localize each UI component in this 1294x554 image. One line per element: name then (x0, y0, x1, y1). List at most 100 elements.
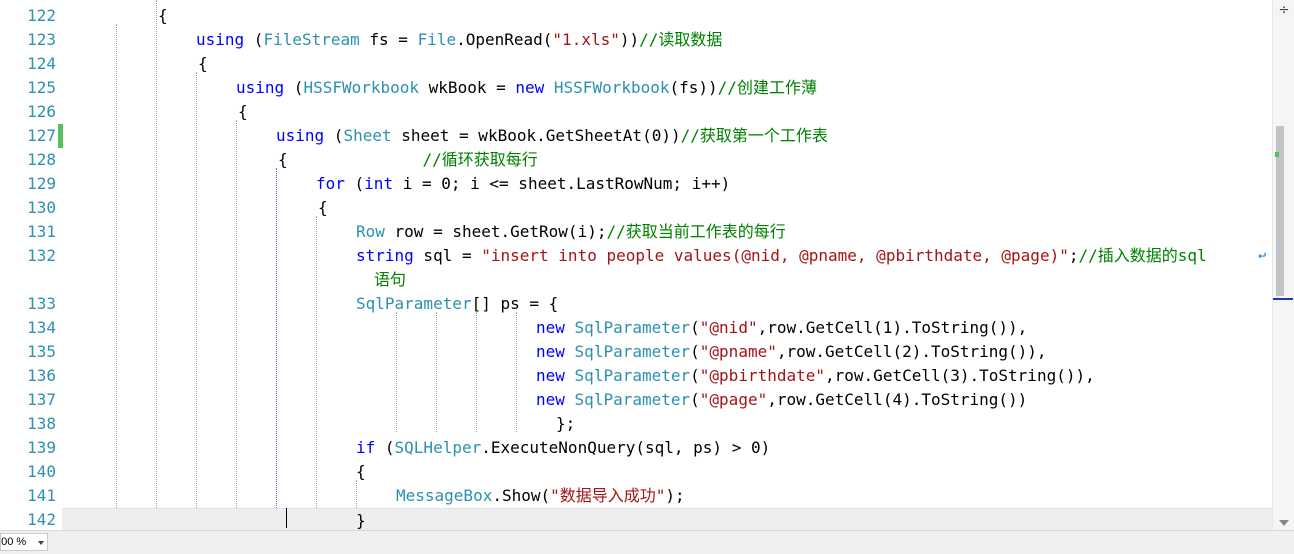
line-number: 129 (27, 174, 56, 193)
code-token-str: "@pname" (699, 342, 777, 361)
code-token-plain: { (238, 102, 248, 121)
code-token-plain: fs = (359, 30, 418, 49)
scroll-down-arrow-icon[interactable] (1279, 520, 1289, 526)
code-line-content: using (FileStream fs = File.OpenRead("1.… (196, 28, 722, 52)
code-token-plain: { (318, 198, 328, 217)
code-token-type: SqlParameter (574, 318, 691, 337)
code-editor[interactable]: 122 123 124 125 126 127 128 129 130 131 132 133 134 1… (0, 0, 1294, 554)
code-token-plain: ( (690, 318, 700, 337)
code-token-type: HSSFWorkbook (303, 78, 420, 97)
line-number: 137 (27, 390, 56, 409)
line-number: 130 (27, 198, 56, 217)
code-token-plain: ( (690, 342, 700, 361)
code-token-type: Sheet (343, 126, 392, 145)
code-token-cmt: //插入数据的sql (1078, 246, 1207, 265)
line-number: 122 (27, 6, 56, 25)
code-token-cmt: //循环获取每行 (422, 150, 538, 169)
line-number: 127 (27, 126, 56, 145)
code-token-type: SQLHelper (394, 438, 482, 457)
code-line-content: new SqlParameter("@pbirthdate",row.GetCe… (536, 364, 1095, 388)
code-token-plain: ,row.GetCell(4).ToString()) (767, 390, 1028, 409)
code-token-plain: .OpenRead( (456, 30, 553, 49)
code-line[interactable]: MessageBox.Show("数据导入成功"); (62, 484, 1272, 508)
line-number: 134 (27, 318, 56, 337)
code-token-kw: new (536, 318, 565, 337)
code-line[interactable]: new SqlParameter("@pname",row.GetCell(2)… (62, 340, 1272, 364)
code-area[interactable]: {using (FileStream fs = File.OpenRead("1… (62, 0, 1272, 530)
code-token-type: FileStream (263, 30, 360, 49)
code-line[interactable]: new SqlParameter("@nid",row.GetCell(1).T… (62, 316, 1272, 340)
code-line[interactable]: using (Sheet sheet = wkBook.GetSheetAt(0… (62, 124, 1272, 148)
code-line[interactable]: } (62, 508, 1272, 530)
code-token-str: "数据导入成功" (550, 486, 666, 505)
line-number: 140 (27, 462, 56, 481)
code-token-plain: [] ps = { (471, 294, 559, 313)
vertical-scrollbar[interactable]: ÷ (1272, 0, 1294, 530)
code-token-plain: ( (344, 174, 365, 193)
code-token-plain: ,row.GetCell(3).ToString()), (825, 366, 1095, 385)
editor-statusbar: 100 % (0, 530, 1294, 554)
zoom-level-dropdown[interactable]: 100 % (0, 533, 48, 551)
code-line[interactable]: using (HSSFWorkbook wkBook = new HSSFWor… (62, 76, 1272, 100)
code-token-plain: ,row.GetCell(2).ToString()), (776, 342, 1047, 361)
code-line-content: { (238, 100, 248, 124)
code-token-str: "@pbirthdate" (699, 366, 826, 385)
line-number: 133 (27, 294, 56, 313)
code-line-content: if (SQLHelper.ExecuteNonQuery(sql, ps) >… (356, 436, 770, 460)
line-number: 138 (27, 414, 56, 433)
code-token-plain: { (198, 54, 208, 73)
code-line[interactable]: Row row = sheet.GetRow(i);//获取当前工作表的每行 (62, 220, 1272, 244)
line-number: 132 (27, 246, 56, 265)
code-token-type: Row (356, 222, 385, 241)
code-line[interactable]: { (62, 100, 1272, 124)
code-line[interactable]: { //循环获取每行 (62, 148, 1272, 172)
code-token-plain: sheet = wkBook.GetSheetAt(0)) (391, 126, 681, 145)
code-token-type: File (417, 30, 457, 49)
code-line-content: { //循环获取每行 (278, 148, 538, 172)
line-number: 136 (27, 366, 56, 385)
code-token-kw: using (236, 78, 285, 97)
code-line[interactable]: if (SQLHelper.ExecuteNonQuery(sql, ps) >… (62, 436, 1272, 460)
code-token-plain: } (356, 511, 366, 530)
code-line[interactable]: { (62, 460, 1272, 484)
code-line[interactable]: { (62, 52, 1272, 76)
code-token-kw: string (356, 246, 414, 265)
code-line-content: Row row = sheet.GetRow(i);//获取当前工作表的每行 (356, 220, 786, 244)
code-token-plain: ( (244, 30, 264, 49)
code-token-plain: sql = (413, 246, 482, 265)
code-token-plain: row = sheet.GetRow(i); (384, 222, 607, 241)
code-line[interactable]: { (62, 196, 1272, 220)
code-token-plain: .Show( (492, 486, 551, 505)
code-token-plain: i = 0; i <= sheet.LastRowNum; i++) (393, 174, 731, 193)
code-line[interactable]: new SqlParameter("@pbirthdate",row.GetCe… (62, 364, 1272, 388)
code-line-content: { (198, 52, 208, 76)
code-line[interactable]: { (62, 4, 1272, 28)
code-token-plain: ); (665, 486, 685, 505)
line-number: 124 (27, 54, 56, 73)
code-line[interactable]: string sql = "insert into people values(… (62, 244, 1272, 268)
line-number: 123 (27, 30, 56, 49)
code-token-kw: if (356, 438, 376, 457)
code-line[interactable]: 语句 (62, 268, 1272, 292)
code-line[interactable]: }; (62, 412, 1272, 436)
code-line[interactable]: using (FileStream fs = File.OpenRead("1.… (62, 28, 1272, 52)
zoom-level-text: 100 % (1, 536, 27, 548)
code-token-plain: ,row.GetCell(1).ToString()), (757, 318, 1028, 337)
code-line[interactable]: new SqlParameter("@page",row.GetCell(4).… (62, 388, 1272, 412)
code-token-type: SqlParameter (574, 366, 691, 385)
code-token-plain: ( (375, 438, 395, 457)
code-token-kw: using (276, 126, 325, 145)
change-overview-marker (1275, 152, 1279, 157)
code-line-content: string sql = "insert into people values(… (356, 244, 1207, 268)
code-token-str: "@nid" (699, 318, 758, 337)
code-line[interactable]: for (int i = 0; i <= sheet.LastRowNum; i… (62, 172, 1272, 196)
code-token-str: "@page" (699, 390, 768, 409)
text-caret (286, 508, 287, 528)
code-line-content: MessageBox.Show("数据导入成功"); (396, 484, 685, 508)
split-window-icon[interactable]: ÷ (1276, 4, 1292, 18)
code-token-cmt: 语句 (374, 270, 407, 289)
code-line[interactable]: SqlParameter[] ps = { (62, 292, 1272, 316)
line-number: 139 (27, 438, 56, 457)
line-number: 142 (27, 510, 56, 529)
